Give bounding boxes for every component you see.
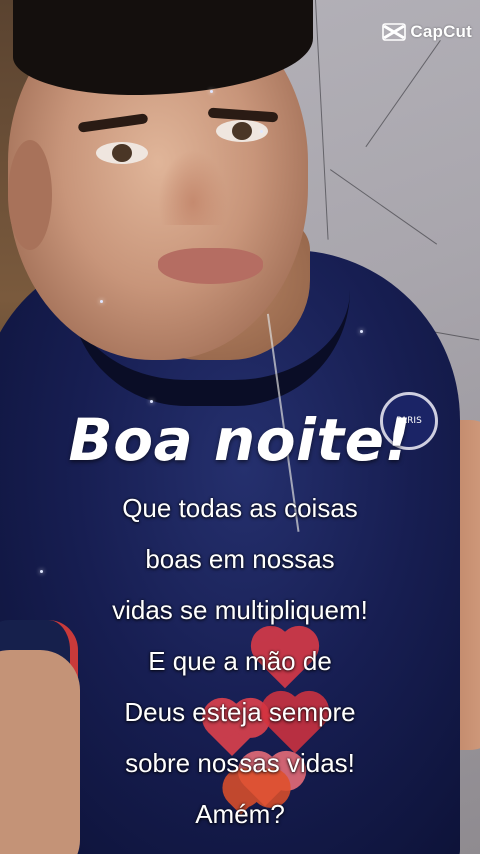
message-line: vidas se multipliquem! bbox=[112, 595, 368, 625]
message-text: Que todas as coisas boas em nossas vidas… bbox=[0, 487, 480, 844]
left-eye bbox=[96, 142, 148, 164]
message-line: boas em nossas bbox=[145, 544, 335, 574]
sparkle-icon bbox=[260, 130, 263, 133]
watermark-text: CapCut bbox=[410, 22, 472, 41]
hair bbox=[13, 0, 313, 95]
message-line: Amém? bbox=[195, 799, 285, 829]
greeting-title: Boa noite! bbox=[68, 406, 412, 474]
ear bbox=[8, 140, 52, 250]
message-line: sobre nossas vidas! bbox=[125, 748, 355, 778]
sparkle-icon bbox=[100, 300, 103, 303]
face bbox=[8, 0, 313, 360]
message-line: E que a mão de bbox=[148, 646, 332, 676]
nose bbox=[158, 150, 228, 225]
lips bbox=[158, 248, 263, 284]
capcut-logo-icon bbox=[382, 23, 407, 41]
sparkle-icon bbox=[360, 330, 363, 333]
video-frame: PARIS CapCut Boa noite! Que todas as coi… bbox=[0, 0, 480, 854]
sparkle-icon bbox=[210, 90, 213, 93]
message-line: Que todas as coisas bbox=[122, 493, 358, 523]
sparkle-icon bbox=[150, 400, 153, 403]
message-line: Deus esteja sempre bbox=[124, 697, 356, 727]
left-eyebrow bbox=[77, 113, 149, 133]
capcut-watermark: CapCut bbox=[382, 22, 472, 42]
